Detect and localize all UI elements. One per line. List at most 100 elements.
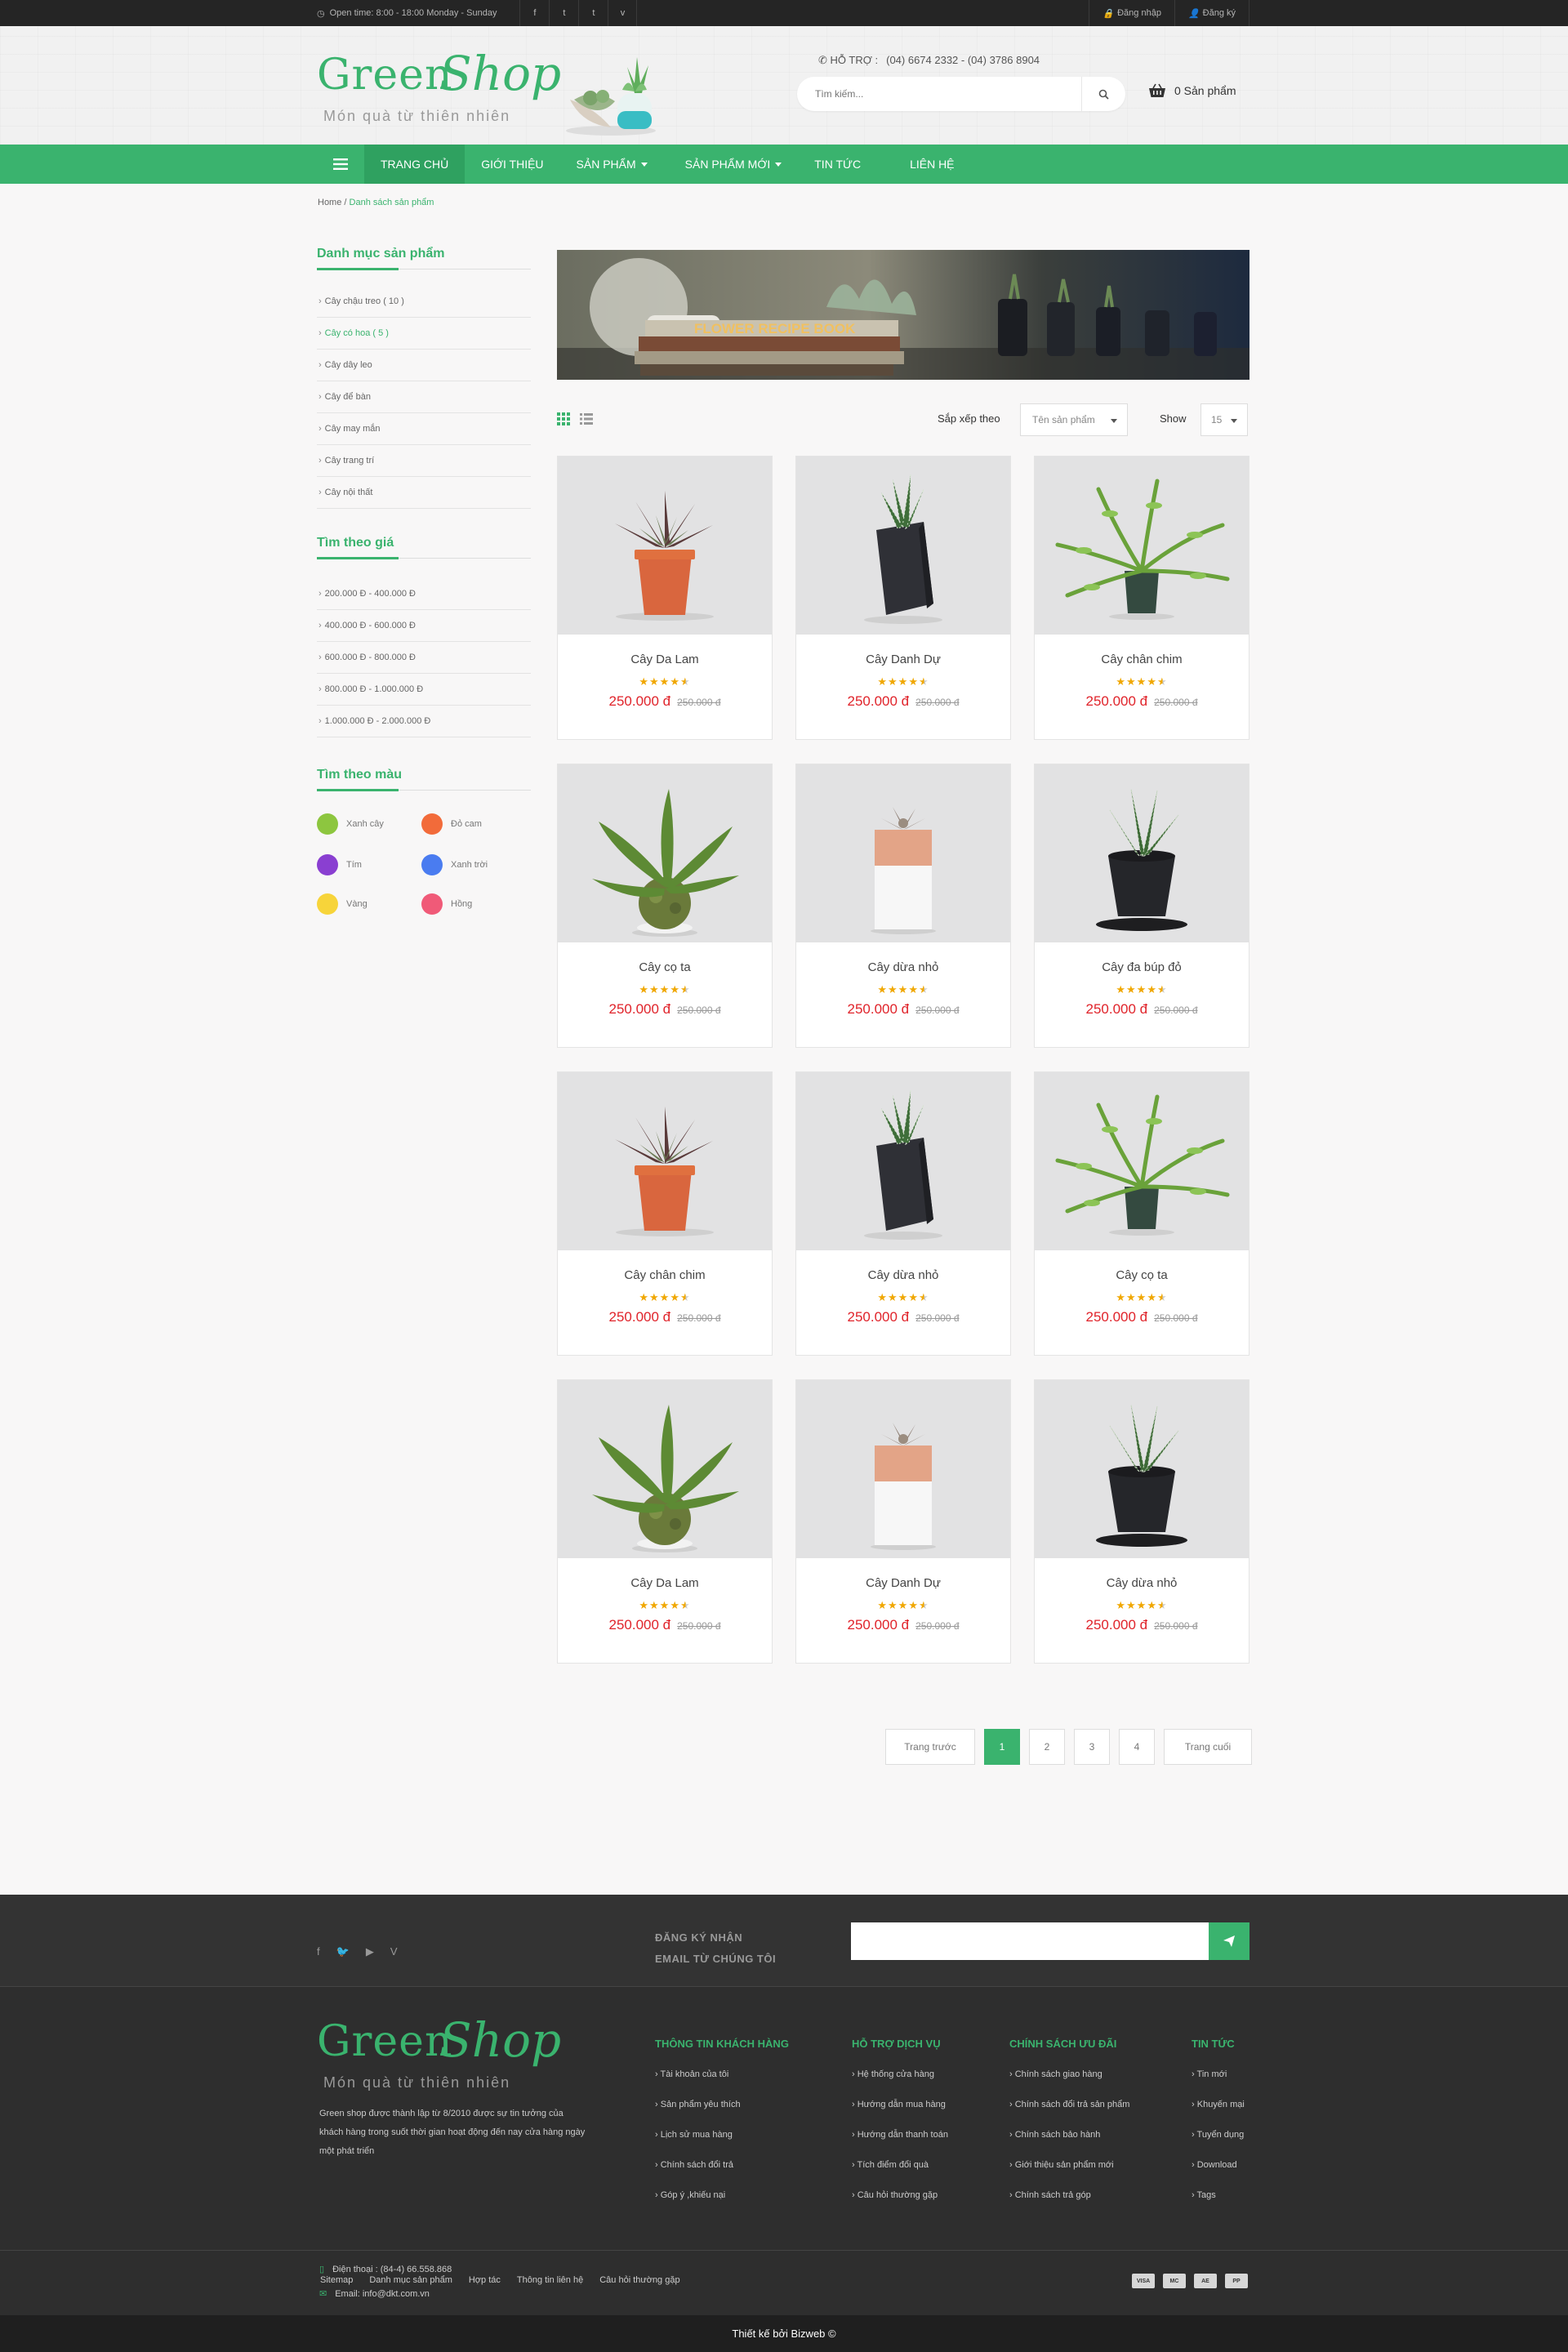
search-button[interactable] bbox=[1081, 77, 1125, 111]
nav-contact[interactable]: LIÊN HỆ bbox=[893, 145, 970, 184]
footer-link[interactable]: › Download bbox=[1192, 2160, 1245, 2190]
pagination-page[interactable]: 2 bbox=[1029, 1729, 1065, 1765]
footer-link[interactable]: › Tuyển dụng bbox=[1192, 2130, 1245, 2160]
sort-select[interactable]: Tên sản phẩm bbox=[1020, 403, 1128, 436]
price-range-item[interactable]: › 1.000.000 Đ - 2.000.000 Đ bbox=[317, 706, 531, 737]
color-swatch-blue[interactable]: Xanh trời bbox=[421, 854, 488, 875]
vimeo-icon[interactable]: v bbox=[608, 0, 638, 26]
category-item[interactable]: › Cây dây leo bbox=[317, 350, 531, 381]
category-item[interactable]: › Cây nội thất bbox=[317, 477, 531, 509]
color-swatch-green[interactable]: Xanh cây bbox=[317, 813, 384, 835]
footer-link[interactable]: › Tags bbox=[1192, 2190, 1245, 2221]
product-name[interactable]: Cây dừa nhỏ bbox=[796, 1268, 1010, 1282]
product-card[interactable]: Cây dừa nhỏ ★★★★★ 250.000 đ 250.000 đ bbox=[795, 764, 1011, 1048]
product-name[interactable]: Cây Da Lam bbox=[558, 1576, 772, 1590]
product-image[interactable] bbox=[1035, 457, 1249, 635]
product-name[interactable]: Cây Danh Dự bbox=[796, 653, 1010, 666]
category-item[interactable]: › Cây trang trí bbox=[317, 445, 531, 477]
product-name[interactable]: Cây chân chim bbox=[1035, 653, 1249, 666]
nav-products[interactable]: SẢN PHẨM bbox=[560, 145, 669, 184]
footer-bottom-link[interactable]: Hợp tác bbox=[469, 2275, 501, 2285]
product-image[interactable] bbox=[796, 1380, 1010, 1558]
product-name[interactable]: Cây dừa nhỏ bbox=[1035, 1576, 1249, 1590]
footer-link[interactable]: › Hệ thống cửa hàng bbox=[852, 2069, 948, 2100]
product-card[interactable]: Cây đa búp đỏ ★★★★★ 250.000 đ 250.000 đ bbox=[1034, 764, 1250, 1048]
footer-link[interactable]: › Sản phẩm yêu thích bbox=[655, 2100, 789, 2130]
nav-new-products[interactable]: SẢN PHẨM MỚI bbox=[669, 145, 799, 184]
newsletter-email-input[interactable] bbox=[851, 1922, 1215, 1960]
product-card[interactable]: Cây Danh Dự ★★★★★ 250.000 đ 250.000 đ bbox=[795, 456, 1011, 740]
newsletter-submit-button[interactable] bbox=[1209, 1922, 1250, 1960]
product-image[interactable] bbox=[558, 1072, 772, 1250]
footer-link[interactable]: › Lịch sử mua hàng bbox=[655, 2130, 789, 2160]
page-size-select[interactable]: 15 bbox=[1200, 403, 1248, 436]
product-image[interactable] bbox=[796, 1072, 1010, 1250]
pagination-page-current[interactable]: 1 bbox=[984, 1729, 1020, 1765]
tumblr-icon[interactable]: t bbox=[578, 0, 608, 26]
facebook-icon[interactable]: f bbox=[519, 0, 549, 26]
youtube-icon[interactable]: ▶ bbox=[366, 1945, 374, 1958]
footer-link[interactable]: › Tài khoản của tôi bbox=[655, 2069, 789, 2100]
nav-home[interactable]: TRANG CHỦ bbox=[364, 145, 466, 184]
pagination-prev[interactable]: Trang trước bbox=[885, 1729, 975, 1765]
category-item[interactable]: › Cây may mắn bbox=[317, 413, 531, 445]
product-card[interactable]: Cây cọ ta ★★★★★ 250.000 đ 250.000 đ bbox=[1034, 1071, 1250, 1356]
footer-link[interactable]: › Hướng dẫn thanh toán bbox=[852, 2130, 948, 2160]
category-item[interactable]: › Cây chậu treo ( 10 ) bbox=[317, 286, 531, 318]
product-image[interactable] bbox=[796, 457, 1010, 635]
product-image[interactable] bbox=[1035, 764, 1249, 942]
color-swatch-pink[interactable]: Hồng bbox=[421, 893, 472, 915]
footer-bottom-link[interactable]: Danh mục sản phẩm bbox=[369, 2275, 452, 2285]
category-item[interactable]: › Cây có hoa ( 5 ) bbox=[317, 318, 531, 350]
price-range-item[interactable]: › 600.000 Đ - 800.000 Đ bbox=[317, 642, 531, 674]
product-name[interactable]: Cây đa búp đỏ bbox=[1035, 960, 1249, 974]
footer-link[interactable]: › Góp ý ,khiếu nại bbox=[655, 2190, 789, 2221]
product-card[interactable]: Cây Da Lam ★★★★★ 250.000 đ 250.000 đ bbox=[557, 456, 773, 740]
product-name[interactable]: Cây chân chim bbox=[558, 1268, 772, 1282]
footer-link[interactable]: › Tích điểm đổi quà bbox=[852, 2160, 948, 2190]
product-name[interactable]: Cây cọ ta bbox=[558, 960, 772, 974]
product-card[interactable]: Cây chân chim ★★★★★ 250.000 đ 250.000 đ bbox=[1034, 456, 1250, 740]
product-image[interactable] bbox=[1035, 1380, 1249, 1558]
product-image[interactable] bbox=[1035, 1072, 1249, 1250]
footer-link[interactable]: › Khuyến mại bbox=[1192, 2100, 1245, 2130]
login-link[interactable]: 🔒 Đăng nhập bbox=[1089, 0, 1174, 26]
price-range-item[interactable]: › 800.000 Đ - 1.000.000 Đ bbox=[317, 674, 531, 706]
facebook-icon[interactable]: f bbox=[317, 1945, 320, 1958]
product-name[interactable]: Cây Danh Dự bbox=[796, 1576, 1010, 1590]
product-card[interactable]: Cây Da Lam ★★★★★ 250.000 đ 250.000 đ bbox=[557, 1379, 773, 1664]
product-image[interactable] bbox=[796, 764, 1010, 942]
price-range-item[interactable]: › 200.000 Đ - 400.000 Đ bbox=[317, 578, 531, 610]
product-image[interactable] bbox=[558, 764, 772, 942]
twitter-icon[interactable]: 🐦 bbox=[336, 1945, 350, 1958]
cart-button[interactable]: 0 Sản phẩm bbox=[1148, 83, 1236, 98]
product-image[interactable] bbox=[558, 457, 772, 635]
footer-logo[interactable]: Green Shop Món quà từ thiên nhiên bbox=[317, 2012, 561, 2099]
color-swatch-yellow[interactable]: Vàng bbox=[317, 893, 368, 915]
search-input[interactable] bbox=[815, 88, 1060, 100]
color-swatch-purple[interactable]: Tím bbox=[317, 854, 362, 875]
footer-link[interactable]: › Hướng dẫn mua hàng bbox=[852, 2100, 948, 2130]
footer-link[interactable]: › Giới thiệu sản phẩm mới bbox=[1009, 2160, 1129, 2190]
register-link[interactable]: 👤 Đăng ký bbox=[1174, 0, 1250, 26]
vimeo-icon[interactable]: V bbox=[390, 1945, 398, 1958]
footer-link[interactable]: › Chính sách bảo hành bbox=[1009, 2130, 1129, 2160]
footer-link[interactable]: › Chính sách đổi trả sản phẩm bbox=[1009, 2100, 1129, 2130]
grid-view-icon[interactable] bbox=[557, 412, 570, 425]
breadcrumb-home[interactable]: Home bbox=[318, 198, 341, 207]
footer-link[interactable]: › Tin mới bbox=[1192, 2069, 1245, 2100]
footer-bottom-link[interactable]: Sitemap bbox=[320, 2275, 353, 2285]
footer-link[interactable]: › Chính sách trả góp bbox=[1009, 2190, 1129, 2221]
site-logo[interactable]: Green Shop Món quà từ thiên nhiên bbox=[317, 46, 656, 136]
footer-link[interactable]: › Chính sách đổi trả bbox=[655, 2160, 789, 2190]
product-name[interactable]: Cây cọ ta bbox=[1035, 1268, 1249, 1282]
price-range-item[interactable]: › 400.000 Đ - 600.000 Đ bbox=[317, 610, 531, 642]
footer-bottom-link[interactable]: Thông tin liên hệ bbox=[517, 2275, 583, 2285]
nav-news[interactable]: TIN TỨC bbox=[798, 145, 893, 184]
pagination-page[interactable]: 3 bbox=[1074, 1729, 1110, 1765]
product-card[interactable]: Cây chân chim ★★★★★ 250.000 đ 250.000 đ bbox=[557, 1071, 773, 1356]
nav-about[interactable]: GIỚI THIỆU bbox=[465, 145, 559, 184]
category-item[interactable]: › Cây để bàn bbox=[317, 381, 531, 413]
menu-toggle-button[interactable] bbox=[317, 145, 364, 184]
product-card[interactable]: Cây Danh Dự ★★★★★ 250.000 đ 250.000 đ bbox=[795, 1379, 1011, 1664]
